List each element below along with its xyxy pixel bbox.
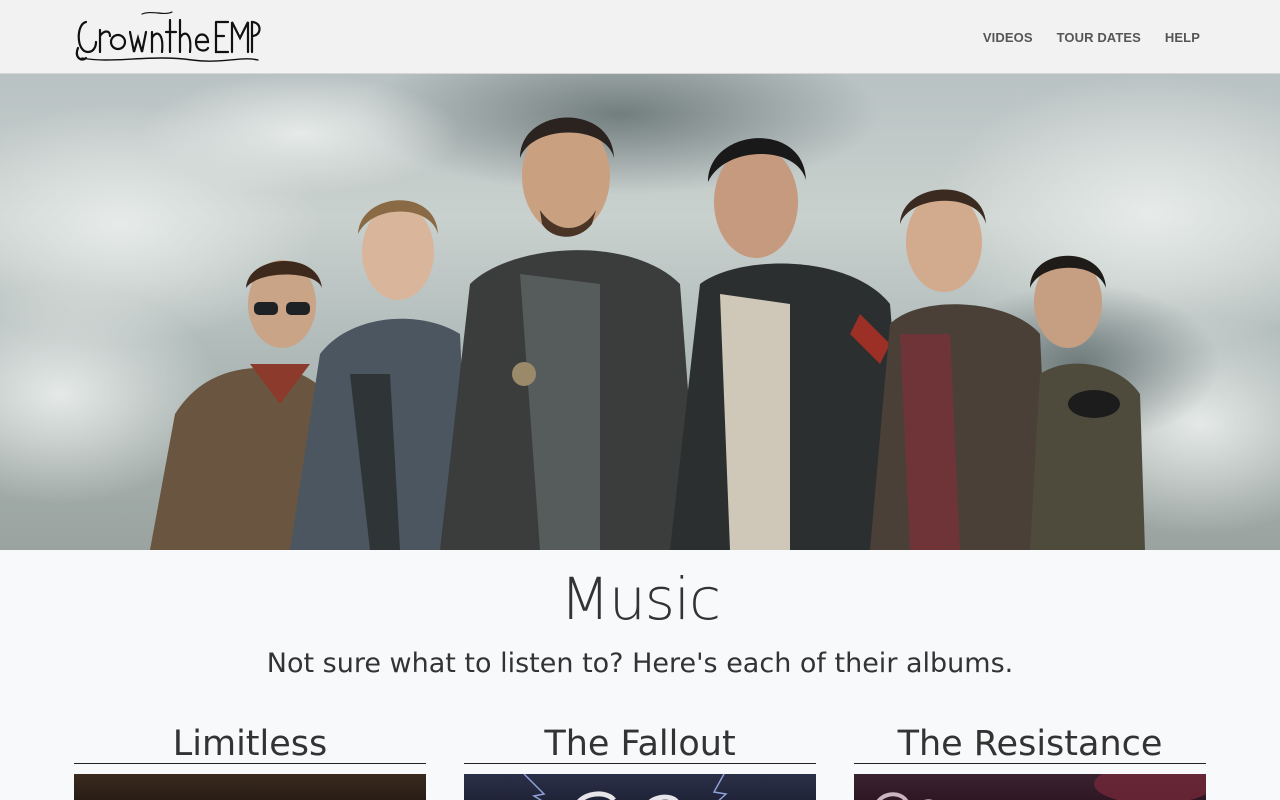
album-title: The Resistance [854,722,1206,764]
band-member-4 [670,138,910,550]
album-title: The Fallout [464,722,816,764]
nav-tour-dates[interactable]: TOUR DATES [1057,30,1141,45]
album-card: The Fallout [464,722,816,800]
band-photo-illustration [0,74,1280,550]
cover-art [876,774,1206,800]
cover-lightning [523,774,728,800]
album-cover[interactable] [74,774,426,800]
music-heading: Music [559,565,721,633]
music-subtitle: Not sure what to listen to? Here's each … [266,648,1014,679]
band-logo[interactable] [72,8,262,66]
band-member-2 [290,200,470,550]
nav-videos[interactable]: VIDEOS [983,30,1033,45]
hero-band-photo [0,74,1280,550]
album-cover[interactable] [464,774,816,800]
album-card: Limitless [74,722,426,800]
navbar: VIDEOS TOUR DATES HELP [0,0,1280,74]
nav-help[interactable]: HELP [1165,30,1200,45]
album-card: The Resistance [854,722,1206,800]
album-title: Limitless [74,722,426,764]
main-nav: VIDEOS TOUR DATES HELP [959,0,1200,74]
album-cover[interactable] [854,774,1206,800]
